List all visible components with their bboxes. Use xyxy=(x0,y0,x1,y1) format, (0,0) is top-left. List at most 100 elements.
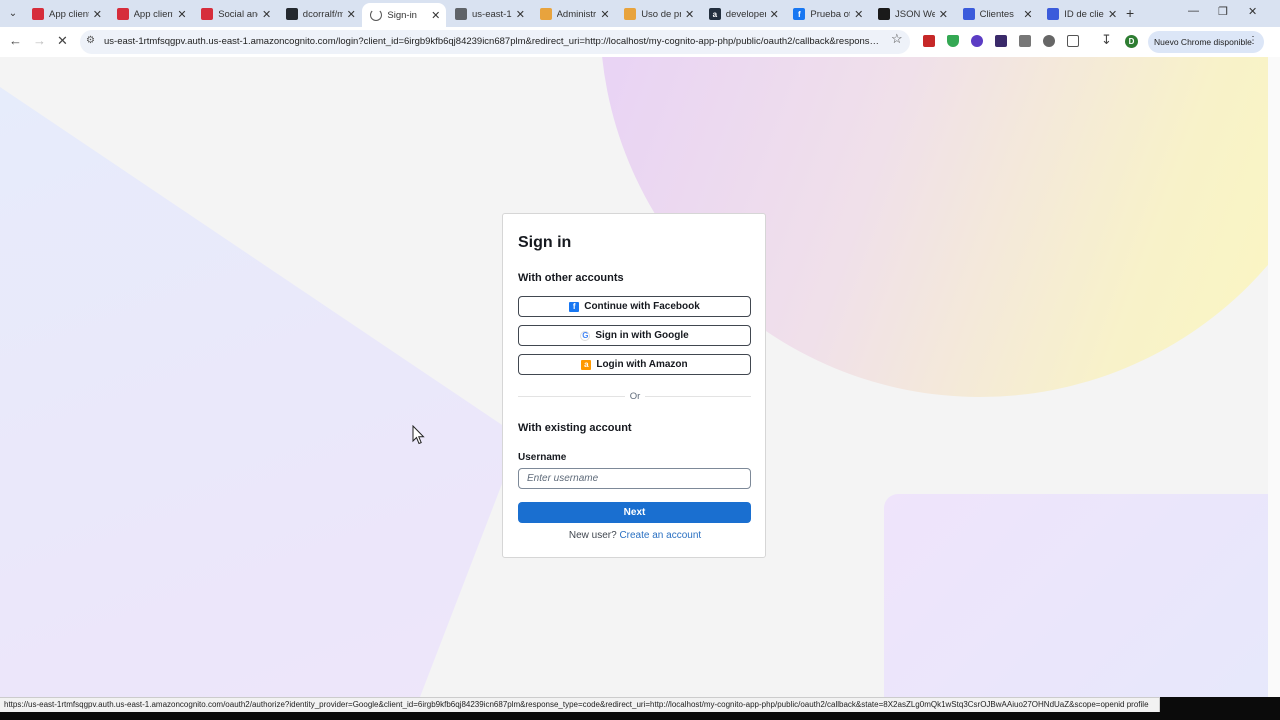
browser-tab[interactable]: JSON Wel ✕ xyxy=(870,3,954,25)
browser-tab[interactable]: us-east-1r ✕ xyxy=(447,3,531,25)
google-icon: G xyxy=(580,330,591,341)
profile-avatar[interactable]: D xyxy=(1125,35,1138,48)
shield-extension-icon[interactable] xyxy=(995,35,1007,47)
bookmark-star-icon[interactable]: ☆ xyxy=(891,31,903,47)
clock-extension-icon[interactable] xyxy=(1043,35,1055,47)
tab-close-icon[interactable]: ✕ xyxy=(516,8,525,21)
facebook-button-label: Continue with Facebook xyxy=(584,301,700,312)
google-signin-button[interactable]: G Sign in with Google xyxy=(518,325,751,346)
new-user-text: New user? xyxy=(568,530,617,541)
username-label: Username xyxy=(518,452,567,463)
tab-close-icon[interactable]: ✕ xyxy=(854,8,863,21)
browser-tab[interactable]: Administr ✕ xyxy=(532,3,616,25)
tab-search-icon[interactable]: ⌄ xyxy=(4,5,22,21)
tab-title: JSON Wel xyxy=(895,8,935,20)
tab-favicon-icon xyxy=(878,8,890,20)
browser-tab[interactable]: App client ✕ xyxy=(24,3,108,25)
page-viewport: Sign in With other accounts f Continue w… xyxy=(0,57,1268,697)
browser-tab[interactable]: dcorralf/m ✕ xyxy=(278,3,362,25)
username-input[interactable] xyxy=(518,468,751,489)
tab-title: App client xyxy=(49,8,89,20)
update-chrome-label: Nuevo Chrome disponible xyxy=(1154,37,1252,47)
forward-icon[interactable]: → xyxy=(33,33,46,48)
pdf-extension-icon[interactable] xyxy=(923,35,935,47)
tab-favicon-icon xyxy=(455,8,467,20)
extension-badge-icon[interactable] xyxy=(971,35,983,47)
tab-strip: ⌄ App client✕App client✕Social and✕dcorr… xyxy=(0,0,1280,27)
site-info-icon[interactable]: ⚙ xyxy=(86,35,95,46)
browser-tab[interactable]: Sign-in ✕ xyxy=(362,3,447,27)
tab-favicon-icon: f xyxy=(793,8,806,20)
tab-title: Social and xyxy=(218,8,258,20)
or-label: Or xyxy=(625,391,645,402)
tab-close-icon[interactable]: ✕ xyxy=(1023,8,1032,21)
page-scrollbar[interactable] xyxy=(1268,57,1280,697)
amazon-button-label: Login with Amazon xyxy=(596,359,688,370)
create-account-link[interactable]: Create an account xyxy=(619,530,701,541)
tab-close-icon[interactable]: ✕ xyxy=(600,8,609,21)
minimize-icon[interactable]: — xyxy=(1188,5,1199,17)
tab-close-icon[interactable]: ✕ xyxy=(431,9,440,22)
google-button-label: Sign in with Google xyxy=(595,330,689,341)
status-bar-url: https://us-east-1rtmfsqgpv.auth.us-east-… xyxy=(0,697,1160,712)
new-user-row: New user? Create an account xyxy=(503,530,767,541)
download-icon[interactable]: ↧ xyxy=(1101,32,1112,48)
tab-favicon-icon xyxy=(1047,8,1060,20)
tab-title: us-east-1r xyxy=(472,8,512,20)
browser-tab[interactable]: a developer ✕ xyxy=(701,3,785,25)
puzzle-extensions-icon[interactable] xyxy=(1067,35,1079,47)
tab-close-icon[interactable]: ✕ xyxy=(347,8,356,21)
tab-close-icon[interactable]: ✕ xyxy=(939,8,948,21)
facebook-signin-button[interactable]: f Continue with Facebook xyxy=(518,296,751,317)
browser-tab[interactable]: App client ✕ xyxy=(109,3,193,25)
update-chrome-button[interactable]: Nuevo Chrome disponible ⋮ xyxy=(1148,31,1264,53)
tab-close-icon[interactable]: ✕ xyxy=(1108,8,1117,21)
close-window-icon[interactable]: ✕ xyxy=(1248,5,1257,18)
amazon-signin-button[interactable]: a Login with Amazon xyxy=(518,354,751,375)
stop-loading-icon[interactable]: ✕ xyxy=(57,33,68,49)
mouse-cursor-icon xyxy=(412,425,425,445)
loading-spinner-icon xyxy=(370,9,383,21)
page-title: Sign in xyxy=(518,234,572,251)
tab-favicon-icon xyxy=(539,8,552,20)
tab-close-icon[interactable]: ✕ xyxy=(177,8,186,21)
browser-tab[interactable]: Uso de pr ✕ xyxy=(616,3,700,25)
tab-title: Prueba ot xyxy=(810,8,851,20)
amazon-icon: a xyxy=(581,359,592,370)
facebook-icon: f xyxy=(569,301,580,312)
address-bar[interactable]: ⚙ us-east-1rtmfsqgpv.auth.us-east-1.amaz… xyxy=(80,30,910,54)
tab-close-icon[interactable]: ✕ xyxy=(770,8,779,21)
tab-favicon-icon xyxy=(962,8,975,20)
tab-favicon-icon xyxy=(624,8,637,20)
browser-tab[interactable]: ID de clie ✕ xyxy=(1039,3,1123,25)
tab-favicon-icon xyxy=(116,8,129,20)
tab-close-icon[interactable]: ✕ xyxy=(685,8,694,21)
url-text[interactable]: us-east-1rtmfsqgpv.auth.us-east-1.amazon… xyxy=(104,36,880,47)
background-shape-rect xyxy=(884,494,1268,697)
drive-extension-icon[interactable] xyxy=(947,35,959,47)
next-button[interactable]: Next xyxy=(518,502,751,523)
tab-title: Sign-in xyxy=(387,9,417,21)
tab-favicon-icon xyxy=(32,8,44,20)
browser-toolbar: ← → ✕ ⚙ us-east-1rtmfsqgpv.auth.us-east-… xyxy=(0,27,1280,57)
restore-icon[interactable]: ❐ xyxy=(1218,5,1228,18)
tab-close-icon[interactable]: ✕ xyxy=(93,8,102,21)
tab-title: Uso de pr xyxy=(641,8,681,20)
tab-title: developer xyxy=(725,8,766,20)
tab-favicon-icon xyxy=(285,8,298,20)
browser-tab[interactable]: Clientes ✕ xyxy=(955,3,1039,25)
tab-title: Clientes xyxy=(979,8,1014,20)
new-tab-icon[interactable]: + xyxy=(1126,5,1140,21)
browser-tab[interactable]: f Prueba ot ✕ xyxy=(785,3,869,25)
back-icon[interactable]: ← xyxy=(9,33,22,48)
tab-favicon-icon: a xyxy=(708,8,721,20)
other-accounts-heading: With other accounts xyxy=(518,272,624,284)
tab-close-icon[interactable]: ✕ xyxy=(262,8,271,21)
tab-title: dcorralf/m xyxy=(302,8,343,20)
tab-title: Administr xyxy=(556,8,597,20)
signin-card: Sign in With other accounts f Continue w… xyxy=(502,213,766,558)
existing-account-heading: With existing account xyxy=(518,422,632,434)
menu-kebab-icon[interactable]: ⋮ xyxy=(1248,35,1258,46)
translate-extension-icon[interactable] xyxy=(1019,35,1031,47)
browser-tab[interactable]: Social and ✕ xyxy=(193,3,277,25)
